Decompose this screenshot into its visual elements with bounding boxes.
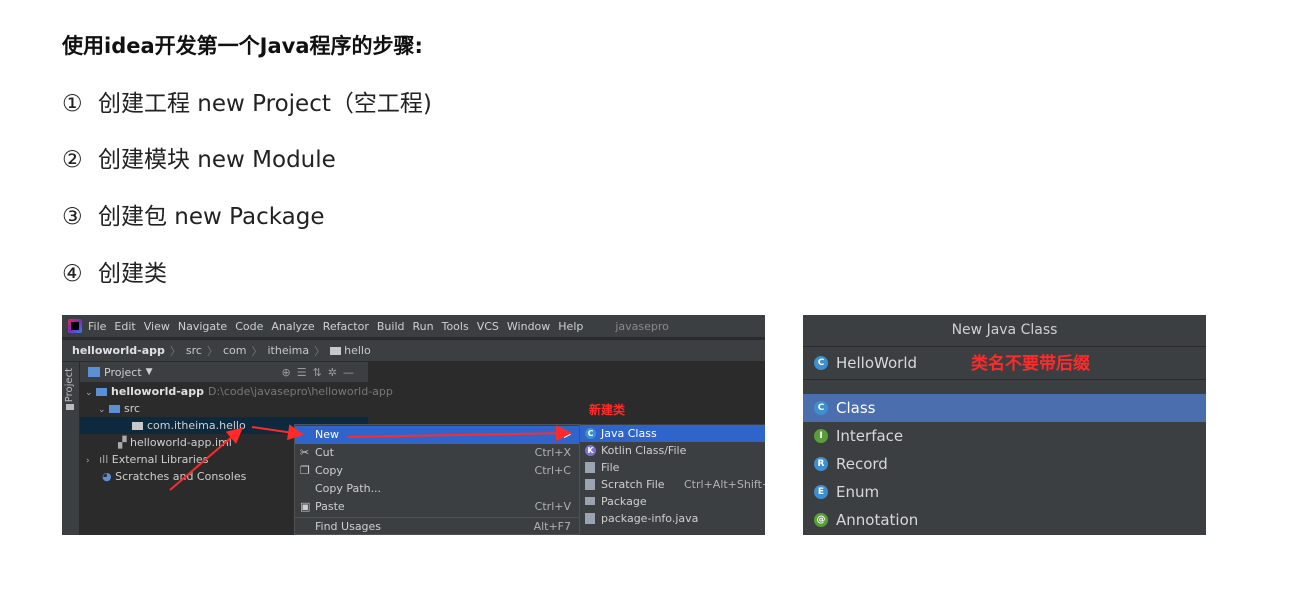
arrow-line	[347, 425, 572, 442]
option-label: Class	[836, 399, 876, 417]
interface-icon: I	[814, 429, 828, 443]
option-label: Annotation	[836, 511, 919, 529]
step-text: 创建类	[98, 261, 167, 287]
option-enum[interactable]: E Enum	[803, 478, 1206, 506]
page-heading: 使用idea开发第一个Java程序的步骤:	[62, 34, 423, 58]
enum-icon: E	[814, 485, 828, 499]
class-icon: C	[814, 356, 828, 370]
option-class[interactable]: C Class	[803, 394, 1206, 422]
arrow-line	[169, 427, 244, 491]
annotation-hint: 类名不要带后缀	[971, 354, 1090, 374]
class-icon: C	[814, 401, 828, 415]
step-text: 创建工程 new Project（空工程)	[98, 91, 432, 117]
step-text: 创建包 new Package	[98, 204, 325, 230]
step-item: ④ 创建类	[62, 254, 167, 288]
arrow-line	[251, 424, 304, 441]
option-label: Record	[836, 455, 888, 473]
step-item: ② 创建模块 new Module	[62, 140, 336, 174]
annotation-arrows	[169, 424, 572, 491]
step-number: ②	[62, 147, 83, 173]
record-icon: R	[814, 457, 828, 471]
option-label: Enum	[836, 483, 880, 501]
step-number: ③	[62, 204, 83, 230]
option-interface[interactable]: I Interface	[803, 422, 1206, 450]
dialog-divider	[803, 379, 1206, 395]
option-label: Interface	[836, 427, 904, 445]
dialog-title: New Java Class	[803, 315, 1206, 347]
annotation-icon: @	[814, 513, 828, 527]
class-name-input[interactable]: C HelloWorld 类名不要带后缀	[803, 347, 1206, 379]
option-record[interactable]: R Record	[803, 450, 1206, 478]
step-number: ①	[62, 91, 83, 117]
step-text: 创建模块 new Module	[98, 147, 336, 173]
class-name-value: HelloWorld	[836, 354, 918, 372]
step-number: ④	[62, 261, 83, 287]
step-item: ③ 创建包 new Package	[62, 197, 325, 231]
option-annotation[interactable]: @ Annotation	[803, 506, 1206, 534]
new-java-class-dialog: New Java Class C HelloWorld 类名不要带后缀 C Cl…	[803, 315, 1206, 535]
step-item: ① 创建工程 new Project（空工程)	[62, 84, 432, 118]
ide-screenshot: File Edit View Navigate Code Analyze Ref…	[62, 315, 765, 535]
